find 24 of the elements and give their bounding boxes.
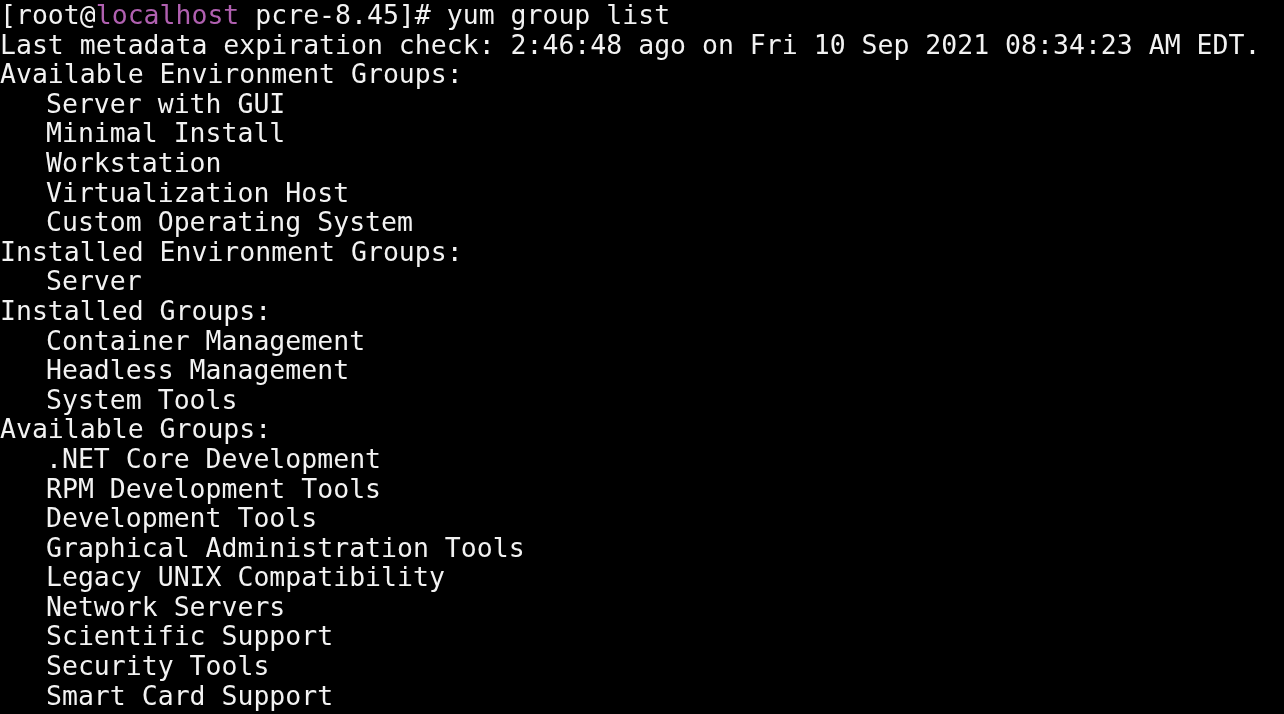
group-name: Graphical Administration Tools [46,532,525,563]
command-prompt: [root@localhost pcre-8.45]# yum group list [0,0,671,30]
output-line: Last metadata expiration check: 2:46:48 ago on Fri 10 Sep 2021 08:34:23 AM EDT. [0,29,1261,60]
group-heading: Installed Environment Groups: [0,236,463,267]
group-name: Smart Card Support [46,680,334,711]
group-name: Custom Operating System [46,207,413,237]
group-name: System Tools [46,384,238,415]
group-name: Minimal Install [46,118,286,148]
group-name: Workstation [46,147,222,178]
group-name: Server [46,266,142,296]
group-heading: Available Environment Groups: [0,59,463,89]
group-heading: Available Groups: [0,414,272,444]
group-name: Container Management [46,325,366,356]
group-name: Server with GUI [46,88,286,119]
group-name: RPM Development Tools [46,473,382,504]
group-name: .NET Core Development [46,443,382,474]
group-name: Network Servers [46,591,286,622]
group-heading: Installed Groups: [0,295,272,326]
group-name: Virtualization Host [46,177,350,208]
group-name: Security Tools [46,651,270,681]
group-name: Development Tools [46,503,318,533]
group-name: Headless Management [46,355,350,385]
group-name: Scientific Support [46,621,334,652]
group-name: Legacy UNIX Compatibility [46,562,445,592]
